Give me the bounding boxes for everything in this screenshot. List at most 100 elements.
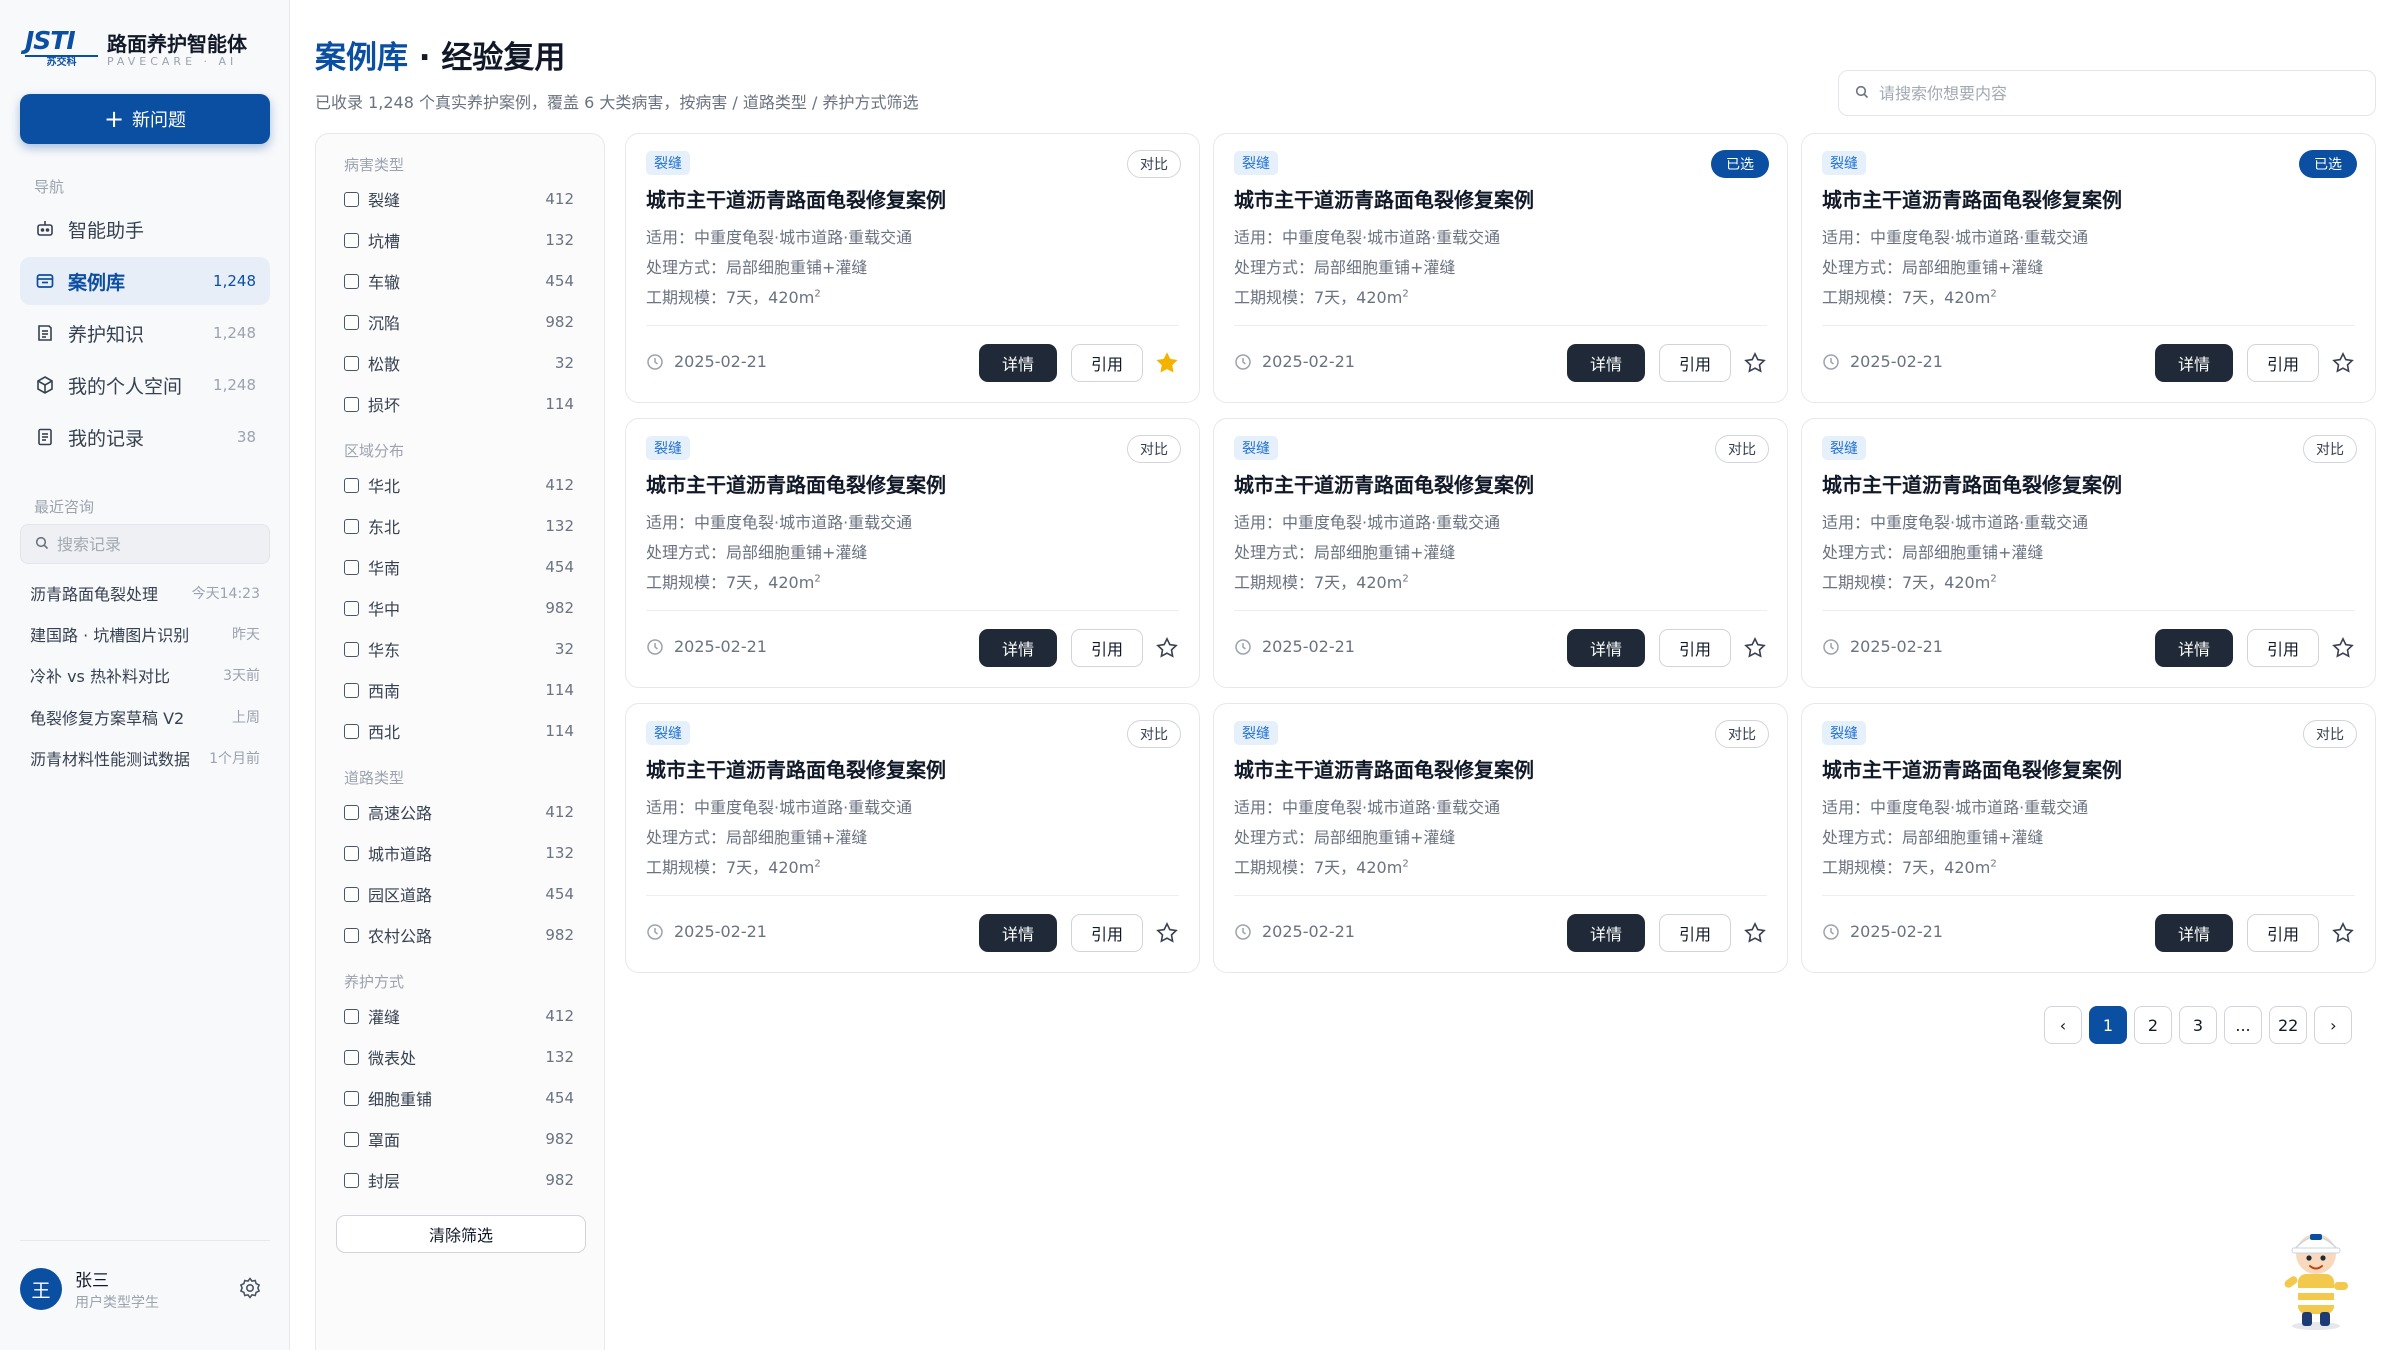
checkbox[interactable]	[344, 927, 359, 943]
selected-badge[interactable]: 已选	[2299, 150, 2357, 178]
filter-option[interactable]: 西南 114	[344, 677, 574, 703]
case-card[interactable]: 裂缝 对比 城市主干道沥青路面龟裂修复案例 适用：中重度龟裂·城市道路·重载交通…	[625, 418, 1200, 688]
checkbox[interactable]	[344, 723, 359, 739]
filter-option[interactable]: 园区道路 454	[344, 881, 574, 907]
checkbox[interactable]	[344, 682, 359, 698]
checkbox[interactable]	[344, 804, 359, 820]
filter-option[interactable]: 华北 412	[344, 472, 574, 498]
checkbox[interactable]	[344, 1172, 359, 1188]
page-button[interactable]: 22	[2269, 1006, 2308, 1044]
compare-button[interactable]: 对比	[1715, 720, 1769, 748]
case-card[interactable]: 裂缝 对比 城市主干道沥青路面龟裂修复案例 适用：中重度龟裂·城市道路·重载交通…	[1801, 703, 2376, 973]
filter-option[interactable]: 城市道路 132	[344, 840, 574, 866]
compare-button[interactable]: 对比	[2303, 435, 2357, 463]
recent-item[interactable]: 冷补 vs 热补料对比 3天前	[30, 660, 260, 690]
cite-button[interactable]: 引用	[1071, 629, 1143, 667]
sidebar-item-personal-space[interactable]: 我的个人空间 1,248	[20, 361, 270, 409]
star-icon[interactable]	[2331, 351, 2357, 377]
filter-option[interactable]: 损坏 114	[344, 391, 574, 417]
cite-button[interactable]: 引用	[2247, 629, 2319, 667]
case-card[interactable]: 裂缝 对比 城市主干道沥青路面龟裂修复案例 适用：中重度龟裂·城市道路·重载交通…	[1801, 418, 2376, 688]
case-card[interactable]: 裂缝 对比 城市主干道沥青路面龟裂修复案例 适用：中重度龟裂·城市道路·重载交通…	[1213, 703, 1788, 973]
selected-badge[interactable]: 已选	[1711, 150, 1769, 178]
star-icon[interactable]	[2331, 921, 2357, 947]
recent-item[interactable]: 龟裂修复方案草稿 V2 上周	[30, 702, 260, 732]
cite-button[interactable]: 引用	[1071, 914, 1143, 952]
checkbox[interactable]	[344, 518, 359, 534]
prev-page-button[interactable]: ‹	[2044, 1006, 2082, 1044]
sidebar-item-assistant[interactable]: 智能助手	[20, 205, 270, 253]
checkbox[interactable]	[344, 1090, 359, 1106]
checkbox[interactable]	[344, 886, 359, 902]
star-icon[interactable]	[1743, 351, 1769, 377]
checkbox[interactable]	[344, 191, 359, 207]
compare-button[interactable]: 对比	[1127, 720, 1181, 748]
detail-button[interactable]: 详情	[2155, 629, 2233, 667]
checkbox[interactable]	[344, 355, 359, 371]
filter-option[interactable]: 松散 32	[344, 350, 574, 376]
sidebar-item-knowledge[interactable]: 养护知识 1,248	[20, 309, 270, 357]
avatar[interactable]: 王	[20, 1268, 62, 1310]
filter-option[interactable]: 东北 132	[344, 513, 574, 539]
filter-option[interactable]: 西北 114	[344, 718, 574, 744]
detail-button[interactable]: 详情	[979, 629, 1057, 667]
page-button-current[interactable]: 1	[2089, 1006, 2127, 1044]
filter-option[interactable]: 细胞重铺 454	[344, 1085, 574, 1111]
checkbox[interactable]	[344, 232, 359, 248]
checkbox[interactable]	[344, 559, 359, 575]
detail-button[interactable]: 详情	[1567, 344, 1645, 382]
star-icon[interactable]	[1155, 351, 1181, 377]
history-search-input[interactable]	[57, 534, 247, 554]
compare-button[interactable]: 对比	[1715, 435, 1769, 463]
detail-button[interactable]: 详情	[979, 344, 1057, 382]
filter-option[interactable]: 华南 454	[344, 554, 574, 580]
sidebar-item-case-library[interactable]: 案例库 1,248	[20, 257, 270, 305]
filter-option[interactable]: 灌缝 412	[344, 1003, 574, 1029]
checkbox[interactable]	[344, 641, 359, 657]
page-ellipsis[interactable]: ...	[2224, 1006, 2262, 1044]
filter-option[interactable]: 坑槽 132	[344, 227, 574, 253]
compare-button[interactable]: 对比	[1127, 435, 1181, 463]
gear-icon[interactable]	[238, 1276, 264, 1302]
case-card[interactable]: 裂缝 对比 城市主干道沥青路面龟裂修复案例 适用：中重度龟裂·城市道路·重载交通…	[625, 133, 1200, 403]
content-search[interactable]	[1838, 70, 2376, 116]
star-icon[interactable]	[1155, 636, 1181, 662]
star-icon[interactable]	[1743, 921, 1769, 947]
user-profile[interactable]: 王 张三 用户类型学生	[20, 1266, 270, 1316]
detail-button[interactable]: 详情	[979, 914, 1057, 952]
filter-option[interactable]: 封层 982	[344, 1167, 574, 1193]
history-search[interactable]	[20, 524, 270, 564]
cite-button[interactable]: 引用	[2247, 344, 2319, 382]
cite-button[interactable]: 引用	[1659, 629, 1731, 667]
checkbox[interactable]	[344, 1008, 359, 1024]
filter-option[interactable]: 华东 32	[344, 636, 574, 662]
case-card[interactable]: 裂缝 对比 城市主干道沥青路面龟裂修复案例 适用：中重度龟裂·城市道路·重载交通…	[1213, 418, 1788, 688]
filter-option[interactable]: 沉陷 982	[344, 309, 574, 335]
new-question-button[interactable]: + 新问题	[20, 94, 270, 144]
filter-option[interactable]: 高速公路 412	[344, 799, 574, 825]
filter-option[interactable]: 车辙 454	[344, 268, 574, 294]
star-icon[interactable]	[2331, 636, 2357, 662]
content-search-input[interactable]	[1879, 83, 2359, 103]
checkbox[interactable]	[344, 1049, 359, 1065]
checkbox[interactable]	[344, 600, 359, 616]
cite-button[interactable]: 引用	[1659, 344, 1731, 382]
filter-option[interactable]: 农村公路 982	[344, 922, 574, 948]
checkbox[interactable]	[344, 314, 359, 330]
recent-item[interactable]: 沥青路面龟裂处理 今天14:23	[30, 578, 260, 608]
star-icon[interactable]	[1155, 921, 1181, 947]
mascot-assistant-icon[interactable]	[2276, 1222, 2356, 1332]
filter-option[interactable]: 裂缝 412	[344, 186, 574, 212]
case-card[interactable]: 裂缝 已选 城市主干道沥青路面龟裂修复案例 适用：中重度龟裂·城市道路·重载交通…	[1213, 133, 1788, 403]
checkbox[interactable]	[344, 1131, 359, 1147]
cite-button[interactable]: 引用	[2247, 914, 2319, 952]
detail-button[interactable]: 详情	[1567, 629, 1645, 667]
recent-item[interactable]: 建国路 · 坑槽图片识别 昨天	[30, 619, 260, 649]
page-button[interactable]: 3	[2179, 1006, 2217, 1044]
clear-filters-button[interactable]: 清除筛选	[336, 1215, 586, 1253]
detail-button[interactable]: 详情	[2155, 914, 2233, 952]
checkbox[interactable]	[344, 273, 359, 289]
filter-option[interactable]: 微表处 132	[344, 1044, 574, 1070]
filter-option[interactable]: 罩面 982	[344, 1126, 574, 1152]
next-page-button[interactable]: ›	[2314, 1006, 2353, 1044]
